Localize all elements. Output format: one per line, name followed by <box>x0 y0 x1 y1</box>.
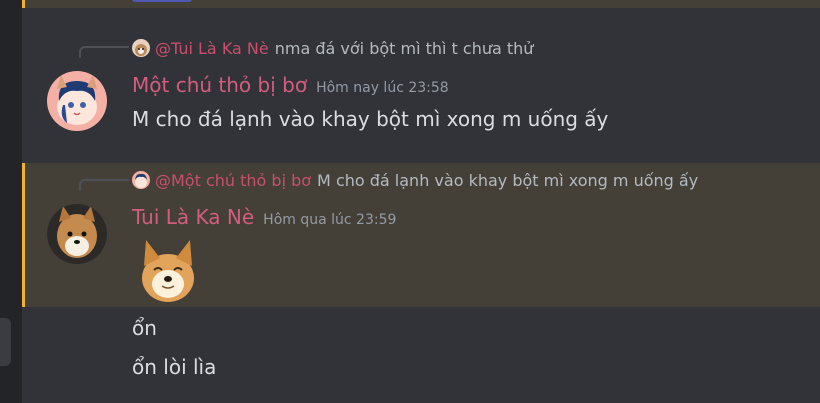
timestamp[interactable]: Hôm qua lúc 23:59 <box>263 212 396 228</box>
highlighted-message-top <box>22 0 820 8</box>
reply-avatar <box>132 39 150 57</box>
avatar[interactable] <box>47 204 107 264</box>
mention-highlight-bar <box>22 0 25 8</box>
chat-area: @Tui Là Ka Nè nma đá với bột mì thì t ch… <box>22 0 820 403</box>
reply-avatar <box>132 171 150 189</box>
avatar[interactable] <box>47 71 107 131</box>
followup-message-2: ổn lòi lìa <box>132 355 217 379</box>
username[interactable]: Tui Là Ka Nè <box>132 205 254 229</box>
reply-preview[interactable]: @Tui Là Ka Nè nma đá với bột mì thì t ch… <box>132 37 533 59</box>
reply-mention[interactable]: @Một chú thỏ bị bơ <box>155 171 311 190</box>
reply-preview[interactable]: @Một chú thỏ bị bơ M cho đá lạnh vào kha… <box>132 169 698 191</box>
username[interactable]: Một chú thỏ bị bơ <box>132 73 307 97</box>
mention-highlight-bar <box>22 163 25 307</box>
shiba-sticker[interactable] <box>132 232 204 302</box>
reaction-stub[interactable] <box>132 0 192 2</box>
reply-connector <box>79 179 129 191</box>
reply-text: nma đá với bột mì thì t chưa thử <box>274 38 534 58</box>
reply-connector <box>79 46 129 58</box>
message-text: M cho đá lạnh vào khay bột mì xong m uốn… <box>132 107 609 131</box>
server-rail <box>0 0 22 403</box>
scroll-handle[interactable] <box>0 318 11 366</box>
message-header: Một chú thỏ bị bơ Hôm nay lúc 23:58 <box>132 73 449 97</box>
reply-text: M cho đá lạnh vào khay bột mì xong m uốn… <box>317 170 699 190</box>
timestamp[interactable]: Hôm nay lúc 23:58 <box>316 80 449 96</box>
reply-mention[interactable]: @Tui Là Ka Nè <box>155 39 269 58</box>
message-header: Tui Là Ka Nè Hôm qua lúc 23:59 <box>132 205 396 229</box>
followup-message-1: ổn <box>132 316 157 340</box>
